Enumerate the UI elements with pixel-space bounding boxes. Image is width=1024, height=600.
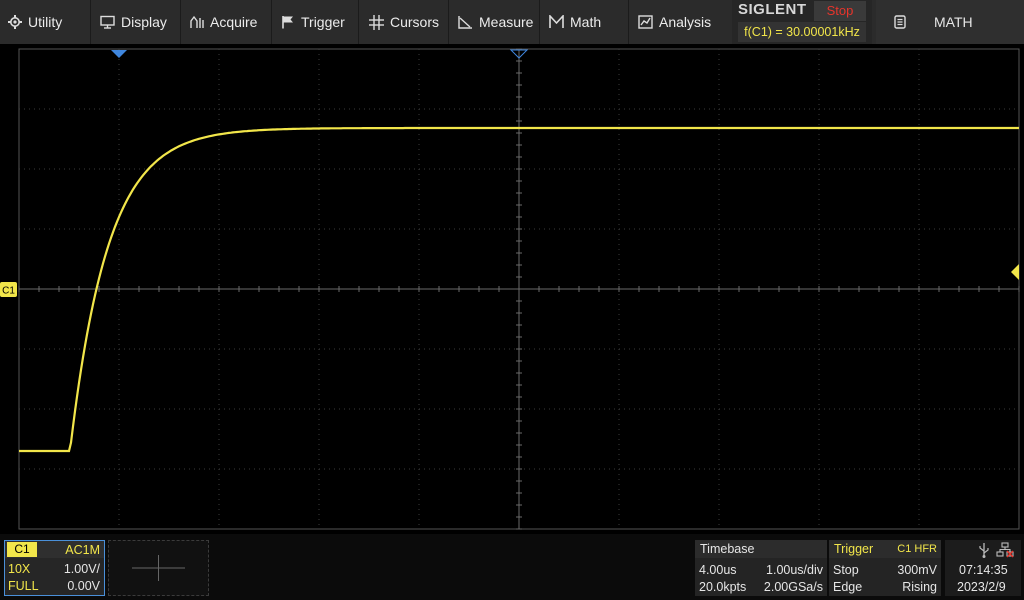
monitor-icon — [100, 15, 115, 29]
analysis-icon — [638, 15, 653, 29]
measure-icon — [458, 16, 472, 29]
math-label: Math — [570, 14, 602, 30]
waveform-display[interactable]: C1 — [0, 44, 1024, 534]
flag-icon — [282, 16, 293, 29]
analysis-label: Analysis — [659, 14, 712, 30]
math-icon — [549, 15, 564, 28]
vertical-scale: 1.00V/ — [63, 562, 100, 576]
trigger-level-marker[interactable] — [1011, 264, 1019, 280]
clock-time: 07:14:35 — [959, 563, 1008, 577]
trigger-position-marker[interactable] — [111, 50, 127, 58]
document-icon — [894, 15, 906, 29]
trigger-menu[interactable]: Trigger — [281, 0, 345, 44]
cursors-label: Cursors — [390, 14, 440, 30]
sample-rate: 2.00GSa/s — [763, 580, 823, 594]
utility-label: Utility — [28, 14, 63, 30]
cursors-icon — [369, 14, 384, 30]
plus-icon — [132, 555, 185, 581]
frequency-counter: f(C1) = 30.00001kHz — [738, 22, 866, 42]
vertical-offset: 0.00V — [67, 579, 100, 593]
trigger-label: Trigger — [301, 14, 345, 30]
measure-menu[interactable]: Measure — [458, 0, 533, 44]
bandwidth-limit: FULL — [8, 579, 39, 593]
status-bar: C1 AC1M 10X 1.00V/ FULL 0.00V Timebase 4… — [0, 534, 1024, 600]
cursors-menu[interactable]: Cursors — [369, 0, 439, 44]
menu-bar: Utility Display Acquire Trigger Cursors … — [0, 0, 1024, 44]
acquire-menu[interactable]: Acquire — [190, 0, 257, 44]
channel-1-marker-label: C1 — [2, 286, 15, 297]
math-trace-button[interactable]: MATH — [876, 0, 1024, 44]
trigger-source: C1 HFR — [897, 543, 937, 555]
timebase-title: Timebase — [700, 542, 755, 556]
trigger-title: Trigger — [834, 542, 874, 556]
trigger-slope: Rising — [902, 580, 937, 594]
clock-date: 2023/2/9 — [957, 580, 1006, 594]
brand-status-box: SIGLENT Stop f(C1) = 30.00001kHz — [732, 0, 872, 44]
math-menu[interactable]: Math — [549, 0, 601, 44]
memory-depth: 20.0kpts — [699, 580, 747, 594]
display-menu[interactable]: Display — [100, 0, 167, 44]
trigger-level: 300mV — [897, 563, 937, 577]
acquire-label: Acquire — [210, 14, 258, 30]
trigger-panel[interactable]: Trigger C1 HFR Stop 300mV Edge Rising — [829, 540, 941, 596]
siglent-logo: SIGLENT — [738, 1, 807, 18]
gear-icon — [8, 15, 22, 29]
display-label: Display — [121, 14, 167, 30]
run-stop-status[interactable]: Stop — [814, 1, 866, 21]
math-button-label: MATH — [934, 14, 973, 30]
measure-label: Measure — [479, 14, 534, 30]
add-channel-slot[interactable] — [108, 540, 209, 596]
horizontal-scale: 1.00us/div — [766, 563, 823, 577]
channel-1-panel[interactable]: C1 AC1M 10X 1.00V/ FULL 0.00V — [4, 540, 105, 596]
horizontal-delay: 4.00us — [699, 563, 737, 577]
network-disconnected-icon — [996, 542, 1014, 558]
graticule — [18, 48, 1020, 530]
channel-1-label: C1 — [7, 542, 37, 557]
trigger-mode: Stop — [833, 563, 859, 577]
channel-1-coupling: AC1M — [65, 543, 100, 557]
trigger-type: Edge — [833, 580, 863, 594]
usb-icon — [979, 543, 989, 558]
acquire-icon — [190, 15, 204, 28]
channel-1-marker[interactable]: C1 — [0, 282, 17, 297]
system-status-panel: 07:14:35 2023/2/9 — [945, 540, 1021, 596]
probe-attenuation: 10X — [8, 562, 31, 576]
timebase-panel[interactable]: Timebase 4.00us 1.00us/div 20.0kpts 2.00… — [695, 540, 827, 596]
utility-menu[interactable]: Utility — [8, 0, 62, 44]
analysis-menu[interactable]: Analysis — [638, 0, 711, 44]
